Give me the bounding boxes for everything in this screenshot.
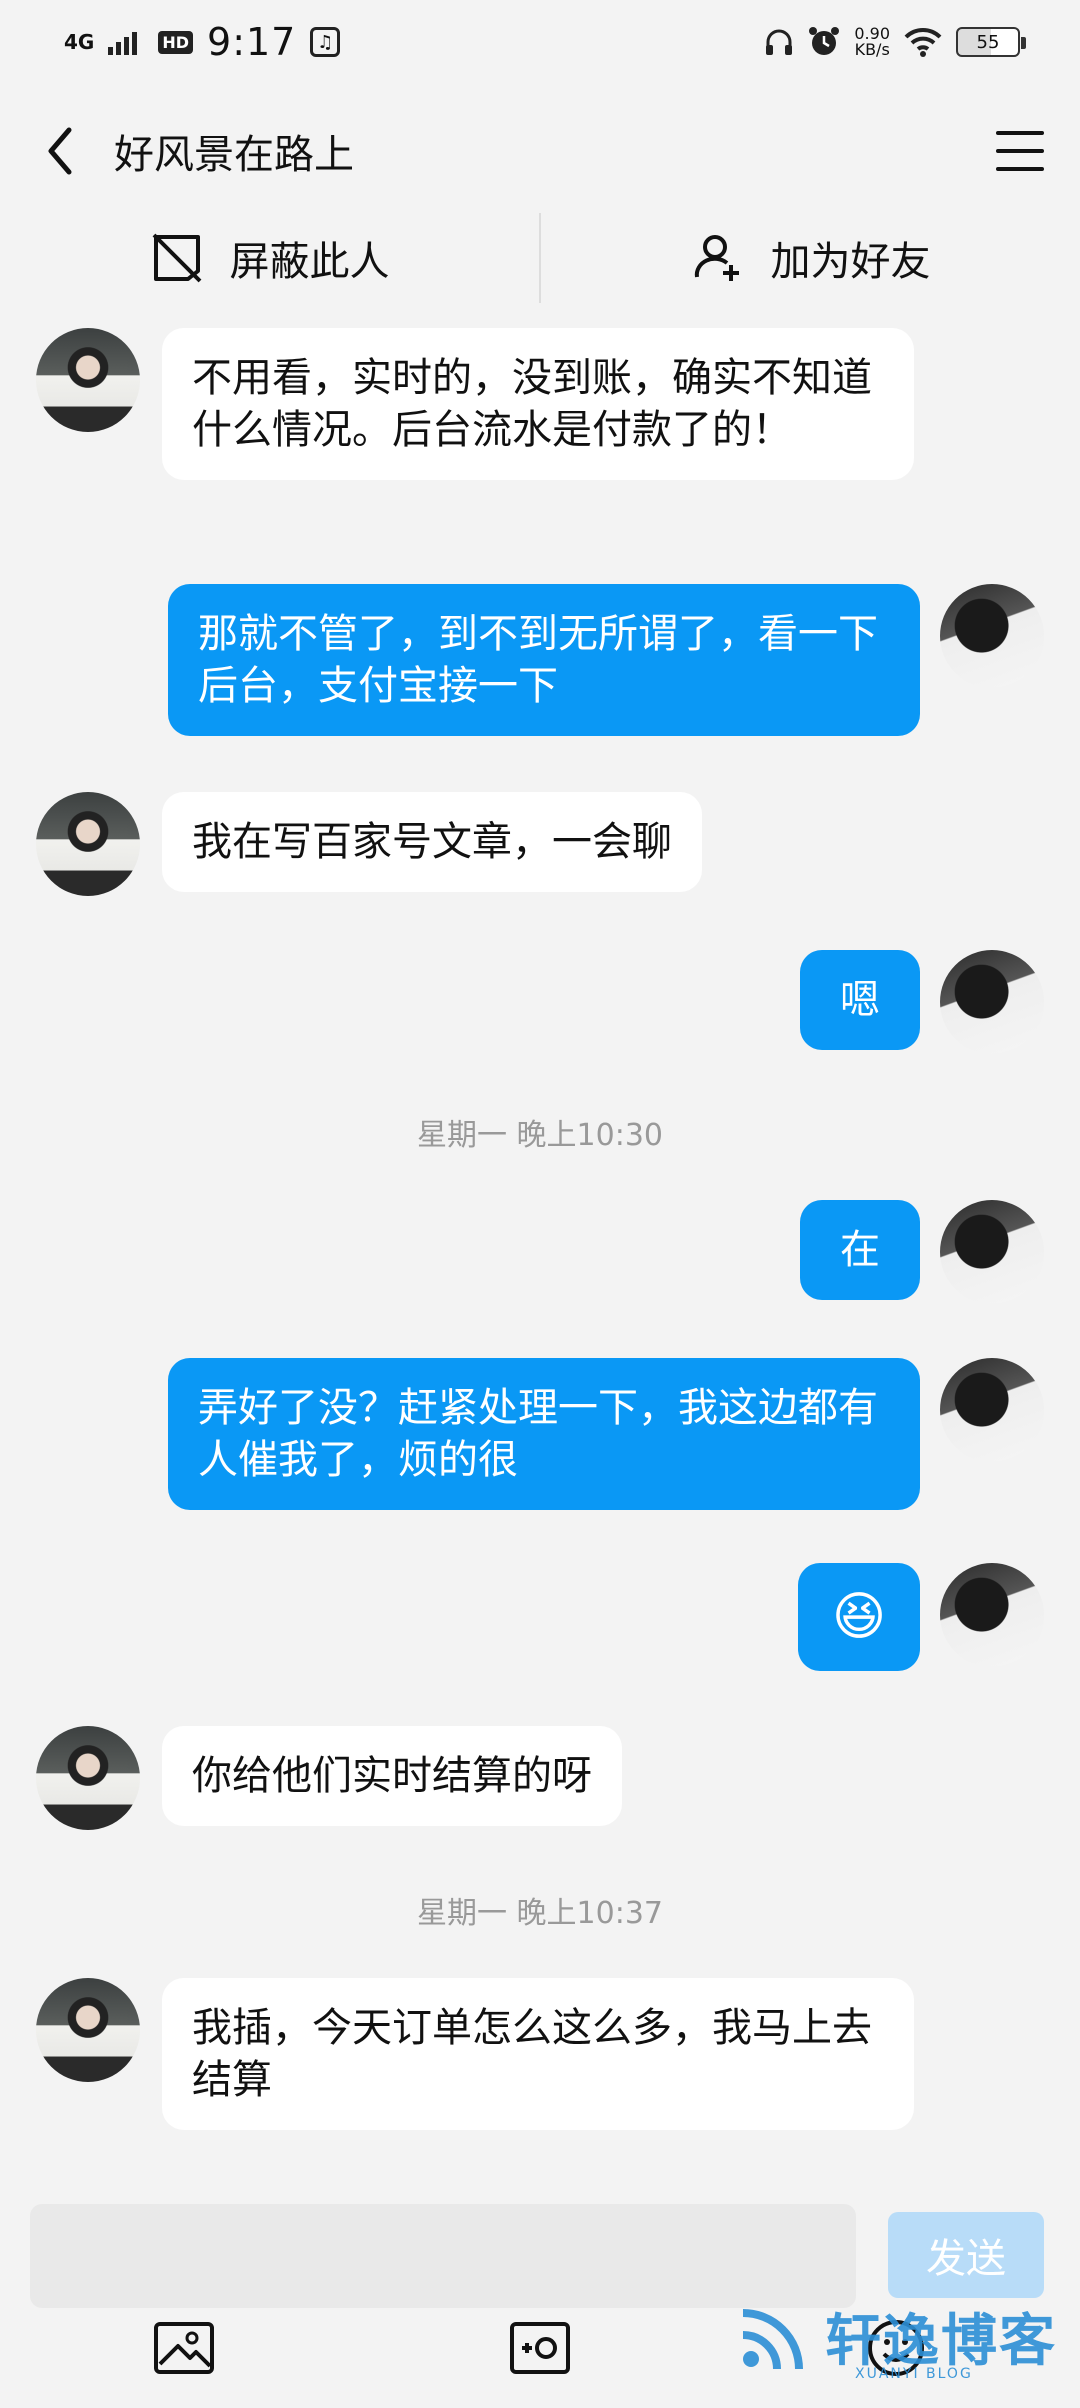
action-bar: 屏蔽此人 加为好友 xyxy=(0,212,1080,304)
avatar[interactable] xyxy=(36,328,140,432)
avatar[interactable] xyxy=(36,1726,140,1830)
avatar[interactable] xyxy=(36,1978,140,2082)
menu-icon[interactable] xyxy=(996,131,1044,171)
message-bubble-outgoing[interactable]: 😆 xyxy=(798,1563,920,1671)
message-timestamp: 星期一 晚上10:37 xyxy=(417,1896,663,1931)
avatar[interactable] xyxy=(940,1358,1044,1462)
message-bubble-incoming[interactable]: 我插，今天订单怎么这么多，我马上去结算 xyxy=(162,1978,914,2130)
hd-badge: HD xyxy=(158,30,194,54)
wifi-icon xyxy=(904,27,942,57)
laughing-face-icon: 😆 xyxy=(831,1587,887,1647)
add-friend-label: 加为好友 xyxy=(770,239,931,285)
watermark-subtext: XUANYI BLOG xyxy=(855,2366,973,2382)
avatar[interactable] xyxy=(940,1200,1044,1304)
status-right: 0.90 KB/s 55 xyxy=(764,26,1026,58)
headphones-icon xyxy=(766,29,793,55)
back-icon[interactable] xyxy=(36,121,84,181)
message-bubble-outgoing[interactable]: 那就不管了，到不到无所谓了，看一下后台，支付宝接一下 xyxy=(168,584,920,736)
network-type: 4G xyxy=(64,30,95,54)
clock: 9:17 xyxy=(207,20,297,64)
camera-icon[interactable] xyxy=(508,2318,572,2378)
message-timestamp: 星期一 晚上10:30 xyxy=(417,1118,663,1153)
chat-header: 好风景在路上 xyxy=(0,96,1080,206)
speed-unit: KB/s xyxy=(854,40,890,59)
watermark: 轩逸博客 XUANYI BLOG xyxy=(735,2296,1057,2382)
avatar[interactable] xyxy=(940,1563,1044,1667)
battery-indicator: 55 xyxy=(956,27,1026,57)
message-bubble-outgoing[interactable]: 在 xyxy=(800,1200,920,1300)
avatar[interactable] xyxy=(940,584,1044,688)
message-bubble-incoming[interactable]: 不用看，实时的，没到账，确实不知道什么情况。后台流水是付款了的！ xyxy=(162,328,914,480)
music-icon: ♫ xyxy=(310,27,341,57)
status-bar: 4G HD 9:17 ♫ 0.90 KB/s 55 xyxy=(0,0,1080,84)
image-icon[interactable] xyxy=(152,2318,216,2378)
signal-icon xyxy=(108,32,138,55)
network-speed: 0.90 KB/s xyxy=(854,26,890,58)
message-bubble-outgoing[interactable]: 弄好了没？赶紧处理一下，我这边都有人催我了，烦的很 xyxy=(168,1358,920,1510)
add-user-icon xyxy=(694,235,739,281)
block-user-label: 屏蔽此人 xyxy=(229,239,390,285)
avatar[interactable] xyxy=(36,792,140,896)
message-bubble-incoming[interactable]: 你给他们实时结算的呀 xyxy=(162,1726,622,1826)
avatar[interactable] xyxy=(940,950,1044,1054)
message-bubble-incoming[interactable]: 我在写百家号文章，一会聊 xyxy=(162,792,702,892)
block-user-button[interactable]: 屏蔽此人 xyxy=(0,229,539,287)
chat-title: 好风景在路上 xyxy=(114,132,354,178)
block-icon xyxy=(152,233,201,283)
message-input[interactable] xyxy=(30,2204,856,2308)
alarm-icon xyxy=(809,27,840,55)
add-friend-button[interactable]: 加为好友 xyxy=(541,229,1080,287)
status-left: 4G HD 9:17 ♫ xyxy=(64,20,341,64)
watermark-text: 轩逸博客 xyxy=(825,2309,1057,2374)
send-button[interactable]: 发送 xyxy=(888,2212,1044,2298)
watermark-logo-icon xyxy=(742,2308,803,2369)
message-bubble-outgoing[interactable]: 嗯 xyxy=(800,950,920,1050)
